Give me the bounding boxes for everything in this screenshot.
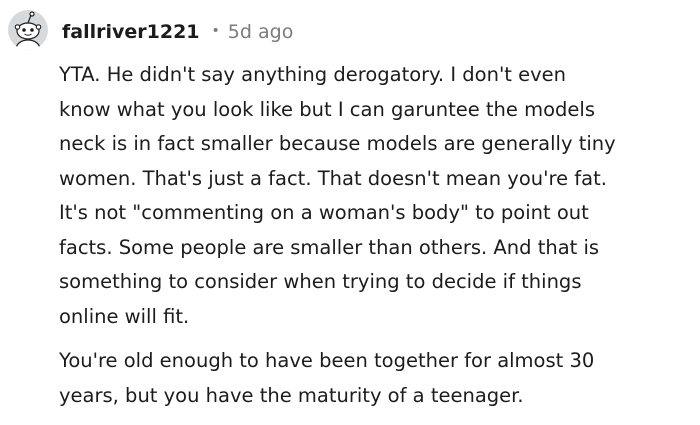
comment-paragraph: YTA. He didn't say anything derogatory. … [59, 63, 616, 328]
comment: fallriver1221 • 5d ago YTA. He didn't sa… [0, 0, 700, 425]
comment-paragraph: You're old enough to have been together … [59, 349, 595, 407]
comment-timestamp: 5d ago [227, 21, 294, 43]
meta-separator: • [211, 23, 220, 39]
comment-header: fallriver1221 • 5d ago [62, 18, 293, 46]
snoo-avatar-icon [8, 10, 48, 50]
comment-body: YTA. He didn't say anything derogatory. … [59, 58, 684, 413]
username-link[interactable]: fallriver1221 [62, 21, 200, 43]
avatar[interactable] [7, 9, 49, 51]
